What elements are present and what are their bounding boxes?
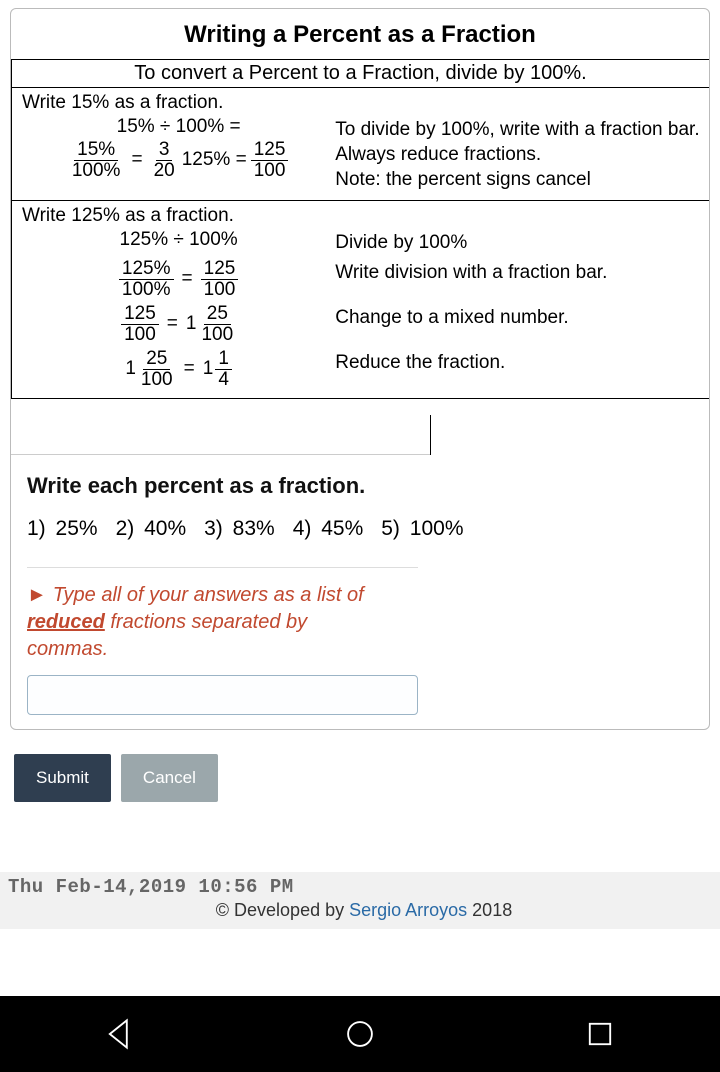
- ex1-note3: Note: the percent signs cancel: [335, 169, 703, 191]
- problem-1: 1) 25%: [27, 517, 98, 541]
- status-strip: Thu Feb-14,2019 10:56 PM © Developed by …: [0, 872, 720, 929]
- lesson-rule: To convert a Percent to a Fraction, divi…: [12, 60, 709, 88]
- button-row: Submit Cancel: [14, 754, 720, 802]
- question-card: Writing a Percent as a Fraction To conve…: [10, 8, 710, 730]
- ex2-note1: Divide by 100%: [335, 232, 703, 254]
- answer-hint: ►Type all of your answers as a list of r…: [11, 582, 402, 673]
- ex2-note4: Reduce the fraction.: [335, 352, 703, 374]
- ex2-line1: 125% ÷ 100%: [22, 229, 335, 251]
- problem-5: 5) 100%: [381, 517, 463, 541]
- lesson-frame: To convert a Percent to a Fraction, divi…: [11, 59, 709, 399]
- developer-line: © Developed by Sergio Arroyos 2018: [8, 898, 720, 925]
- back-icon[interactable]: [103, 1017, 137, 1051]
- ex1-line1: 15% ÷ 100% =: [22, 116, 335, 138]
- problem-2: 2) 40%: [116, 517, 187, 541]
- problem-4: 4) 45%: [293, 517, 364, 541]
- exercise-heading: Write each percent as a fraction.: [27, 473, 693, 499]
- timestamp: Thu Feb-14,2019 10:56 PM: [8, 876, 720, 898]
- arrow-icon: ►: [27, 584, 47, 606]
- page-title: Writing a Percent as a Fraction: [11, 9, 709, 55]
- ex2-prompt: Write 125% as a fraction.: [22, 205, 703, 227]
- example-1: Write 15% as a fraction. 15% ÷ 100% = 15…: [12, 88, 709, 201]
- answer-input[interactable]: [27, 675, 418, 715]
- ex1-prompt: Write 15% as a fraction.: [22, 92, 703, 114]
- problem-3: 3) 83%: [204, 517, 275, 541]
- ex2-note3: Change to a mixed number.: [335, 307, 703, 329]
- problems-row: 1) 25% 2) 40% 3) 83% 4) 45% 5) 100%: [27, 517, 693, 541]
- example-2: Write 125% as a fraction. 125% ÷ 100% Di…: [12, 201, 709, 398]
- author-link[interactable]: Sergio Arroyos: [349, 900, 467, 920]
- ex2-note2: Write division with a fraction bar.: [335, 262, 703, 284]
- ex2-line4: 125100 = 114: [22, 349, 335, 390]
- exercise-section: Write each percent as a fraction. 1) 25%…: [11, 455, 709, 541]
- rule: [27, 567, 418, 568]
- cancel-button[interactable]: Cancel: [121, 754, 218, 802]
- ex2-line3: 125100 = 125100: [22, 304, 335, 345]
- ex1-note1: To divide by 100%, write with a fraction…: [335, 119, 703, 141]
- submit-button[interactable]: Submit: [14, 754, 111, 802]
- recent-icon[interactable]: [583, 1017, 617, 1051]
- ex2-line2: 125%100% = 125100: [22, 259, 335, 300]
- ex1-line2: 15%100% = 320 125% = 125100: [22, 140, 335, 181]
- ex1-note2: Always reduce fractions.: [335, 144, 703, 166]
- divider: [11, 415, 709, 455]
- android-navbar: [0, 996, 720, 1072]
- home-icon[interactable]: [343, 1017, 377, 1051]
